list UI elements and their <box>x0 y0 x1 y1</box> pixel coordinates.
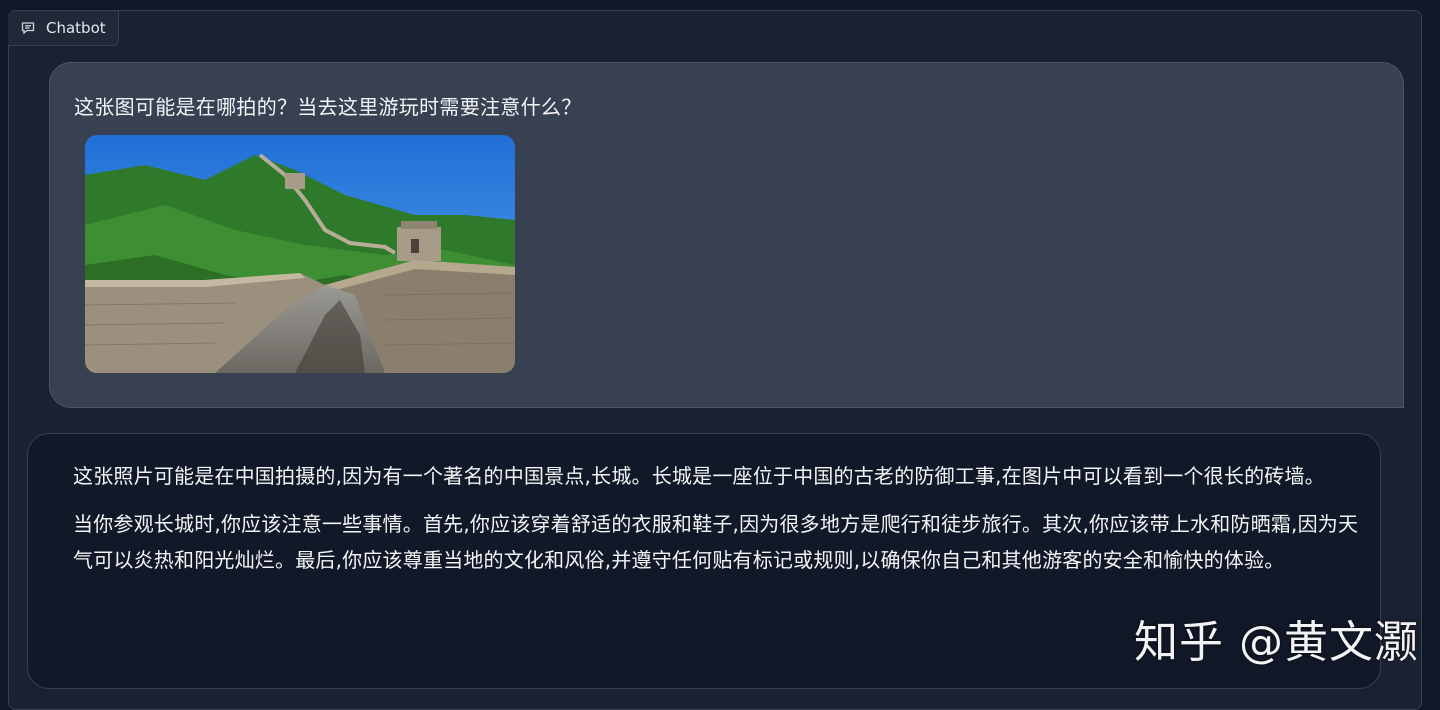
user-message: 这张图可能是在哪拍的？当去这里游玩时需要注意什么？ <box>49 62 1404 408</box>
great-wall-photo[interactable] <box>85 135 515 373</box>
chatbot-label: Chatbot <box>8 11 119 46</box>
chatbot-label-text: Chatbot <box>46 19 106 37</box>
bot-paragraph-2: 当你参观长城时,你应该注意一些事情。首先,你应该穿着舒适的衣服和鞋子,因为很多地… <box>73 512 1359 572</box>
user-message-text: 这张图可能是在哪拍的？当去这里游玩时需要注意什么？ <box>74 95 582 119</box>
bot-message-text: 这张照片可能是在中国拍摄的,因为有一个著名的中国景点,长城。长城是一座位于中国的… <box>73 458 1363 590</box>
chat-bubble-icon <box>20 20 36 36</box>
bot-paragraph-1: 这张照片可能是在中国拍摄的,因为有一个著名的中国景点,长城。长城是一座位于中国的… <box>73 464 1325 488</box>
watermark: 知乎 @黄文灏 <box>1134 617 1419 668</box>
